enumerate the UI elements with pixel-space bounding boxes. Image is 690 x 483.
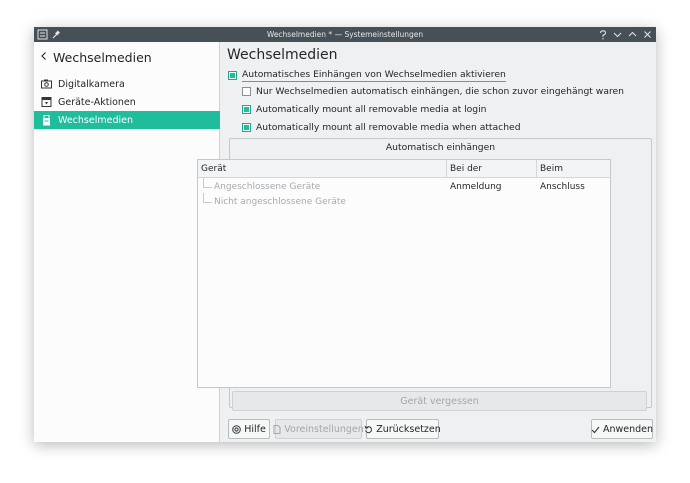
checkbox-box[interactable] [242,105,251,114]
checkbox-label: Nur Wechselmedien automatisch einhängen,… [256,86,625,97]
tree-row-attached[interactable]: Angeschlossene Geräte [203,177,321,194]
close-icon[interactable] [643,30,652,39]
column-header-on-attach[interactable]: Beim Anschluss [537,160,610,192]
tree-row-label: Angeschlossene Geräte [214,181,321,192]
group-title: Automatisch einhängen [385,142,496,153]
enable-automount-checkbox[interactable]: Automatisches Einhängen von Wechselmedie… [228,69,506,82]
checkbox-box[interactable] [228,71,237,80]
camera-icon [41,79,52,89]
reset-button[interactable]: Zurücksetzen [364,419,441,439]
checkbox-label: Automatisches Einhängen von Wechselmedie… [242,69,506,82]
help-button[interactable]: Hilfe [228,419,270,439]
check-icon [591,425,600,434]
sidebar-item-digitalkamera[interactable]: Digitalkamera [34,75,220,93]
forget-device-button[interactable]: Gerät vergessen [232,391,647,411]
only-previously-mounted-checkbox[interactable]: Nur Wechselmedien automatisch einhängen,… [242,86,624,97]
help-icon[interactable] [599,29,607,40]
sidebar-item-label: Digitalkamera [58,78,125,90]
tree-branch-line [203,192,212,203]
tree-row-not-attached[interactable]: Nicht angeschlossene Geräte [203,192,346,209]
column-header-device[interactable]: Gerät [198,160,447,178]
title-bar: Wechselmedien * — Systemeinstellungen [34,27,656,42]
apply-button[interactable]: Anwenden [591,419,653,439]
reset-button-label: Zurücksetzen [376,423,441,435]
tree-header: Gerät Bei der Anmeldung Beim Anschluss [198,160,610,192]
checkbox-label: Automatically mount all removable media … [256,122,521,133]
sidebar-header: Wechselmedien [34,42,220,72]
defaults-icon [273,424,281,434]
help-button-icon [232,424,241,434]
tree-row-label: Nicht angeschlossene Geräte [214,196,346,207]
defaults-button-label: Voreinstellungen [284,423,364,435]
device-actions-icon [41,97,52,107]
apply-button-label: Anwenden [602,423,654,435]
maximize-icon[interactable] [628,30,637,39]
help-button-label: Hilfe [244,423,266,435]
chevron-left-icon[interactable] [40,51,48,64]
defaults-button[interactable]: Voreinstellungen [273,419,364,439]
mount-when-attached-checkbox[interactable]: Automatically mount all removable media … [242,122,521,133]
sidebar-item-wechselmedien[interactable]: Wechselmedien [34,111,220,129]
sidebar: Wechselmedien Digitalkamera Geräte-Aktio… [34,42,220,442]
reset-icon [364,425,373,434]
minimize-icon[interactable] [613,30,622,39]
removable-media-icon [41,114,52,126]
sidebar-heading: Wechselmedien [53,49,152,65]
sidebar-item-label: Geräte-Aktionen [58,96,136,108]
sidebar-item-label: Wechselmedien [58,114,133,126]
checkbox-label: Automatically mount all removable media … [256,104,487,115]
mount-at-login-checkbox[interactable]: Automatically mount all removable media … [242,104,487,115]
sidebar-item-geraete-aktionen[interactable]: Geräte-Aktionen [34,93,220,111]
column-header-at-login[interactable]: Bei der Anmeldung [447,160,537,192]
checkbox-box[interactable] [242,87,251,96]
device-tree[interactable]: Gerät Bei der Anmeldung Beim Anschluss A… [197,159,611,388]
window-title: Wechselmedien * — Systemeinstellungen [266,30,424,39]
checkbox-box[interactable] [242,123,251,132]
tree-branch-line [203,177,212,188]
page-title: Wechselmedien [227,47,338,63]
